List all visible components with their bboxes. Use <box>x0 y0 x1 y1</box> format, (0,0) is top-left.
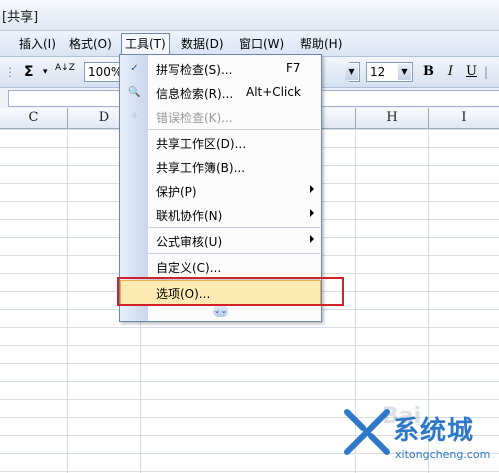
menu-item-shortcut: F7 <box>286 61 301 75</box>
column-header-i[interactable]: I <box>429 108 499 128</box>
menu-item-label: 自定义(C)... <box>156 261 222 275</box>
bold-button[interactable]: B <box>420 63 437 80</box>
menu-item-label: 拼写检查(S)... <box>156 63 233 77</box>
menu-item-label: 联机协作(N) <box>156 209 223 223</box>
brand-logo-icon <box>344 409 390 455</box>
menu-item-online-collaboration[interactable]: 联机协作(N) <box>120 203 321 227</box>
submenu-arrow-icon <box>310 185 314 193</box>
menu-item-label: 错误检查(K)... <box>156 111 233 125</box>
menu-separator <box>148 253 320 254</box>
menu-item-research[interactable]: 🔍 信息检索(R)... Alt+Click <box>120 81 321 105</box>
submenu-arrow-icon <box>310 235 314 243</box>
font-name-combo[interactable]: ▼ <box>345 62 360 82</box>
menu-data[interactable]: 数据(D) <box>178 36 227 52</box>
annotation-highlight <box>117 277 344 306</box>
research-icon: 🔍 <box>128 87 141 98</box>
zoom-value: 100% <box>88 65 123 79</box>
menu-separator <box>148 227 320 228</box>
toolbar-grip-icon: ⋮ <box>4 65 16 79</box>
font-size-combo[interactable]: 12 ▼ <box>366 62 413 82</box>
watermark: 系统城 xitongcheng.com <box>343 408 493 468</box>
menu-format[interactable]: 格式(O) <box>66 36 115 52</box>
font-size-value: 12 <box>370 65 386 79</box>
sort-ascending-icon[interactable]: A↓Z <box>55 64 75 82</box>
brand-name: 系统城 <box>393 416 475 446</box>
chevron-double-down-icon[interactable]: ⌄⌄ <box>213 305 228 317</box>
menu-item-label: 信息检索(R)... <box>156 87 234 101</box>
autosum-icon[interactable]: Σ <box>24 63 34 81</box>
menu-separator <box>148 129 320 130</box>
menu-item-label: 保护(P) <box>156 185 197 199</box>
underline-button[interactable]: U <box>463 63 480 80</box>
menu-insert[interactable]: 插入(I) <box>16 36 59 52</box>
column-header-c[interactable]: C <box>0 108 68 128</box>
submenu-arrow-icon <box>310 209 314 217</box>
italic-button[interactable]: I <box>442 63 459 80</box>
title-bar: [共享] <box>0 0 499 31</box>
chevron-down-icon: ▼ <box>345 64 358 80</box>
menu-item-spelling[interactable]: ✓ 拼写检查(S)... F7 <box>120 57 321 81</box>
menu-window[interactable]: 窗口(W) <box>236 36 287 52</box>
toolbar-separator: | <box>484 65 489 79</box>
menu-item-formula-auditing[interactable]: 公式审核(U) <box>120 229 321 253</box>
menu-item-protection[interactable]: 保护(P) <box>120 179 321 203</box>
error-check-icon: ✧ <box>130 111 139 122</box>
window-title: [共享] <box>2 10 39 25</box>
menu-tools[interactable]: 工具(T) <box>121 33 170 54</box>
menu-help[interactable]: 帮助(H) <box>297 36 345 52</box>
menu-item-share-workbook[interactable]: 共享工作簿(B)... <box>120 155 321 179</box>
menu-item-shared-workspace[interactable]: 共享工作区(D)... <box>120 131 321 155</box>
menu-item-error-check: ✧ 错误检查(K)... <box>120 105 321 129</box>
autosum-dropdown-icon[interactable]: ▾ <box>43 63 48 81</box>
chevron-down-icon: ▼ <box>398 64 411 80</box>
spell-check-icon: ✓ <box>130 63 139 74</box>
menu-item-label: 共享工作簿(B)... <box>156 161 246 175</box>
menu-item-label: 公式审核(U) <box>156 235 223 249</box>
brand-domain: xitongcheng.com <box>395 448 491 461</box>
menu-item-customize[interactable]: 自定义(C)... <box>120 255 321 279</box>
menu-item-shortcut: Alt+Click <box>246 85 301 99</box>
menu-item-label: 共享工作区(D)... <box>156 137 247 151</box>
column-header-h[interactable]: H <box>356 108 429 128</box>
